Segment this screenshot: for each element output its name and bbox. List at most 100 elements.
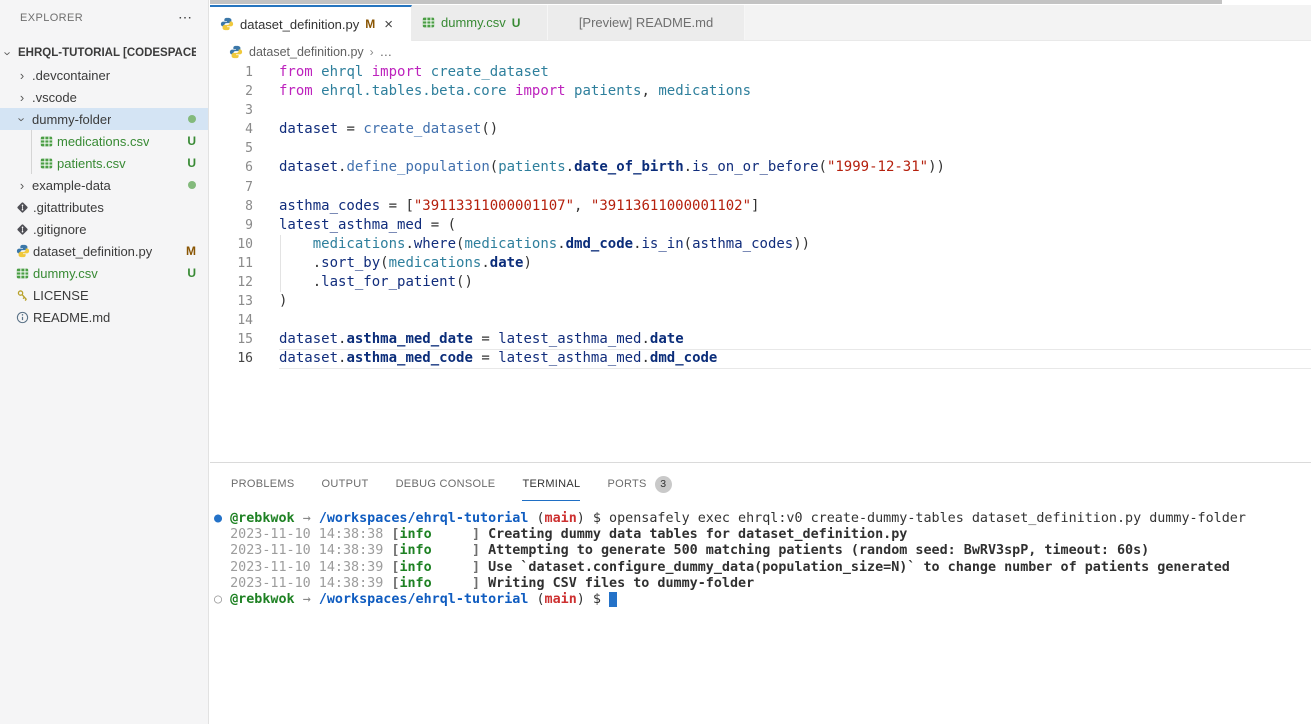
tree-item-label: medications.csv [57, 134, 149, 149]
tree-indent-guide [31, 130, 32, 174]
chevron-right-icon: › [14, 68, 30, 83]
tree-item-devcontainer[interactable]: ›.devcontainer [0, 64, 208, 86]
tab-git-badge: U [512, 16, 521, 30]
code-editor[interactable]: 1from ehrql import create_dataset2from e… [210, 63, 1311, 462]
bottom-panel: PROBLEMS OUTPUT DEBUG CONSOLE TERMINAL PORTS… [210, 462, 1311, 724]
code-line-5[interactable]: 5 [210, 139, 1311, 158]
vscode-window: EXPLORER ⋯ › EHRQL-TUTORIAL [CODESPACES:… [0, 0, 1311, 724]
tab-preview-readme-md[interactable]: [Preview] README.md [548, 5, 745, 40]
tree-item-dataset-definition-py[interactable]: dataset_definition.py M [0, 240, 208, 262]
tree-item-dummy-csv[interactable]: dummy.csvU [0, 262, 208, 284]
panel-tab-label: OUTPUT [322, 478, 369, 490]
line-content: .sort_by(medications.date) [279, 254, 1311, 273]
line-number: 12 [210, 273, 279, 292]
line-content: dataset.asthma_med_date = latest_asthma_… [279, 330, 1311, 349]
csv-icon [38, 135, 55, 148]
panel-tab-ports[interactable]: PORTS 3 [607, 463, 671, 504]
breadcrumb: dataset_definition.py › … [210, 41, 1311, 63]
panel-tab-terminal[interactable]: TERMINAL [522, 465, 580, 501]
panel-tab-problems[interactable]: PROBLEMS [231, 465, 295, 501]
panel-tab-label: PORTS [607, 478, 646, 490]
tree-item-license[interactable]: LICENSE [0, 284, 208, 306]
tree-item-label: .devcontainer [32, 68, 110, 83]
chevron-down-icon: › [15, 111, 30, 127]
breadcrumb-more[interactable]: … [380, 45, 393, 59]
line-content [279, 178, 1311, 197]
breadcrumb-file[interactable]: dataset_definition.py [249, 45, 364, 59]
line-content [279, 311, 1311, 330]
explorer-header: EXPLORER ⋯ [0, 0, 208, 35]
tree-item-label: .gitattributes [33, 200, 104, 215]
tree-item-vscode[interactable]: ›.vscode [0, 86, 208, 108]
line-number: 14 [210, 311, 279, 330]
tree-item-label: patients.csv [57, 156, 126, 171]
chevron-right-icon: › [14, 178, 30, 193]
ports-count-badge: 3 [655, 476, 672, 493]
command-success-dot-icon: ● [214, 511, 230, 526]
code-line-10[interactable]: 10 medications.where(medications.dmd_cod… [210, 235, 1311, 254]
line-number: 15 [210, 330, 279, 349]
tree-item-gitignore[interactable]: .gitignore [0, 218, 208, 240]
code-line-15[interactable]: 15dataset.asthma_med_date = latest_asthm… [210, 330, 1311, 349]
code-line-6[interactable]: 6dataset.define_population(patients.date… [210, 158, 1311, 177]
code-line-4[interactable]: 4dataset = create_dataset() [210, 120, 1311, 139]
tab-git-badge: M [365, 17, 375, 31]
tree-item-label: .gitignore [33, 222, 86, 237]
panel-tab-label: TERMINAL [522, 478, 580, 490]
line-number: 2 [210, 82, 279, 101]
git-status-badge: M [186, 244, 196, 258]
panel-tab-label: PROBLEMS [231, 478, 295, 490]
close-icon[interactable]: × [384, 17, 393, 32]
line-number: 4 [210, 120, 279, 139]
code-line-14[interactable]: 14 [210, 311, 1311, 330]
tree-item-label: dataset_definition.py [33, 244, 152, 259]
tree-item-example-data[interactable]: ›example-data [0, 174, 208, 196]
line-content: dataset.asthma_med_code = latest_asthma_… [279, 349, 1311, 368]
panel-tabbar: PROBLEMS OUTPUT DEBUG CONSOLE TERMINAL PORTS… [210, 463, 1311, 503]
git-status-badge: U [187, 156, 196, 170]
csv-icon [422, 16, 435, 29]
terminal-output[interactable]: ● @rebkwok → /workspaces/ehrql-tutorial … [210, 503, 1311, 608]
line-number: 9 [210, 216, 279, 235]
editor-group: dataset_definition.pyM × dummy.csvU[Previe… [210, 0, 1311, 724]
code-line-8[interactable]: 8asthma_codes = ["39113311000001107", "3… [210, 197, 1311, 216]
panel-tab-label: DEBUG CONSOLE [396, 478, 496, 490]
line-content: dataset.define_population(patients.date_… [279, 158, 1311, 177]
tree-item-label: .vscode [32, 90, 77, 105]
line-number: 5 [210, 139, 279, 158]
panel-tab-debug-console[interactable]: DEBUG CONSOLE [396, 465, 496, 501]
tree-item-dummy-folder[interactable]: ›dummy-folder [0, 108, 208, 130]
line-number: 10 [210, 235, 279, 254]
line-content: dataset = create_dataset() [279, 120, 1311, 139]
code-line-3[interactable]: 3 [210, 101, 1311, 120]
tree-item-label: example-data [32, 178, 111, 193]
code-line-9[interactable]: 9latest_asthma_med = ( [210, 216, 1311, 235]
terminal-line-6: ○ @rebkwok → /workspaces/ehrql-tutorial … [214, 592, 1311, 608]
tab-dummy-csv[interactable]: dummy.csvU [412, 5, 548, 40]
file-tree: › EHRQL-TUTORIAL [CODESPACES:... ›.devco… [0, 42, 208, 328]
code-line-7[interactable]: 7 [210, 178, 1311, 197]
git-status-badge: U [187, 266, 196, 280]
tree-item-gitattributes[interactable]: .gitattributes [0, 196, 208, 218]
tab-dataset-definition-py[interactable]: dataset_definition.pyM× [210, 5, 412, 41]
line-content: from ehrql.tables.beta.core import patie… [279, 82, 1311, 101]
code-line-2[interactable]: 2from ehrql.tables.beta.core import pati… [210, 82, 1311, 101]
code-line-12[interactable]: 12 .last_for_patient() [210, 273, 1311, 292]
code-line-1[interactable]: 1from ehrql import create_dataset [210, 63, 1311, 82]
code-line-13[interactable]: 13) [210, 292, 1311, 311]
line-number: 6 [210, 158, 279, 177]
indent-guide [280, 235, 281, 292]
git-status-badge: U [187, 134, 196, 148]
explorer-more-icon[interactable]: ⋯ [178, 9, 194, 26]
code-line-11[interactable]: 11 .sort_by(medications.date) [210, 254, 1311, 273]
tree-root-folder[interactable]: › EHRQL-TUTORIAL [CODESPACES:... [0, 42, 208, 64]
panel-tab-output[interactable]: OUTPUT [322, 465, 369, 501]
editor-tabbar: dataset_definition.pyM×dummy.csvU[Previe… [210, 5, 1311, 41]
code-line-16[interactable]: 16dataset.asthma_med_code = latest_asthm… [210, 349, 1311, 368]
tree-item-readme-md[interactable]: README.md [0, 306, 208, 328]
info-icon [14, 311, 31, 324]
root-folder-label: EHRQL-TUTORIAL [CODESPACES:... [18, 47, 196, 59]
line-content: ) [279, 292, 1311, 311]
line-content: medications.where(medications.dmd_code.i… [279, 235, 1311, 254]
tabbar-scrollbar[interactable] [210, 0, 1222, 4]
